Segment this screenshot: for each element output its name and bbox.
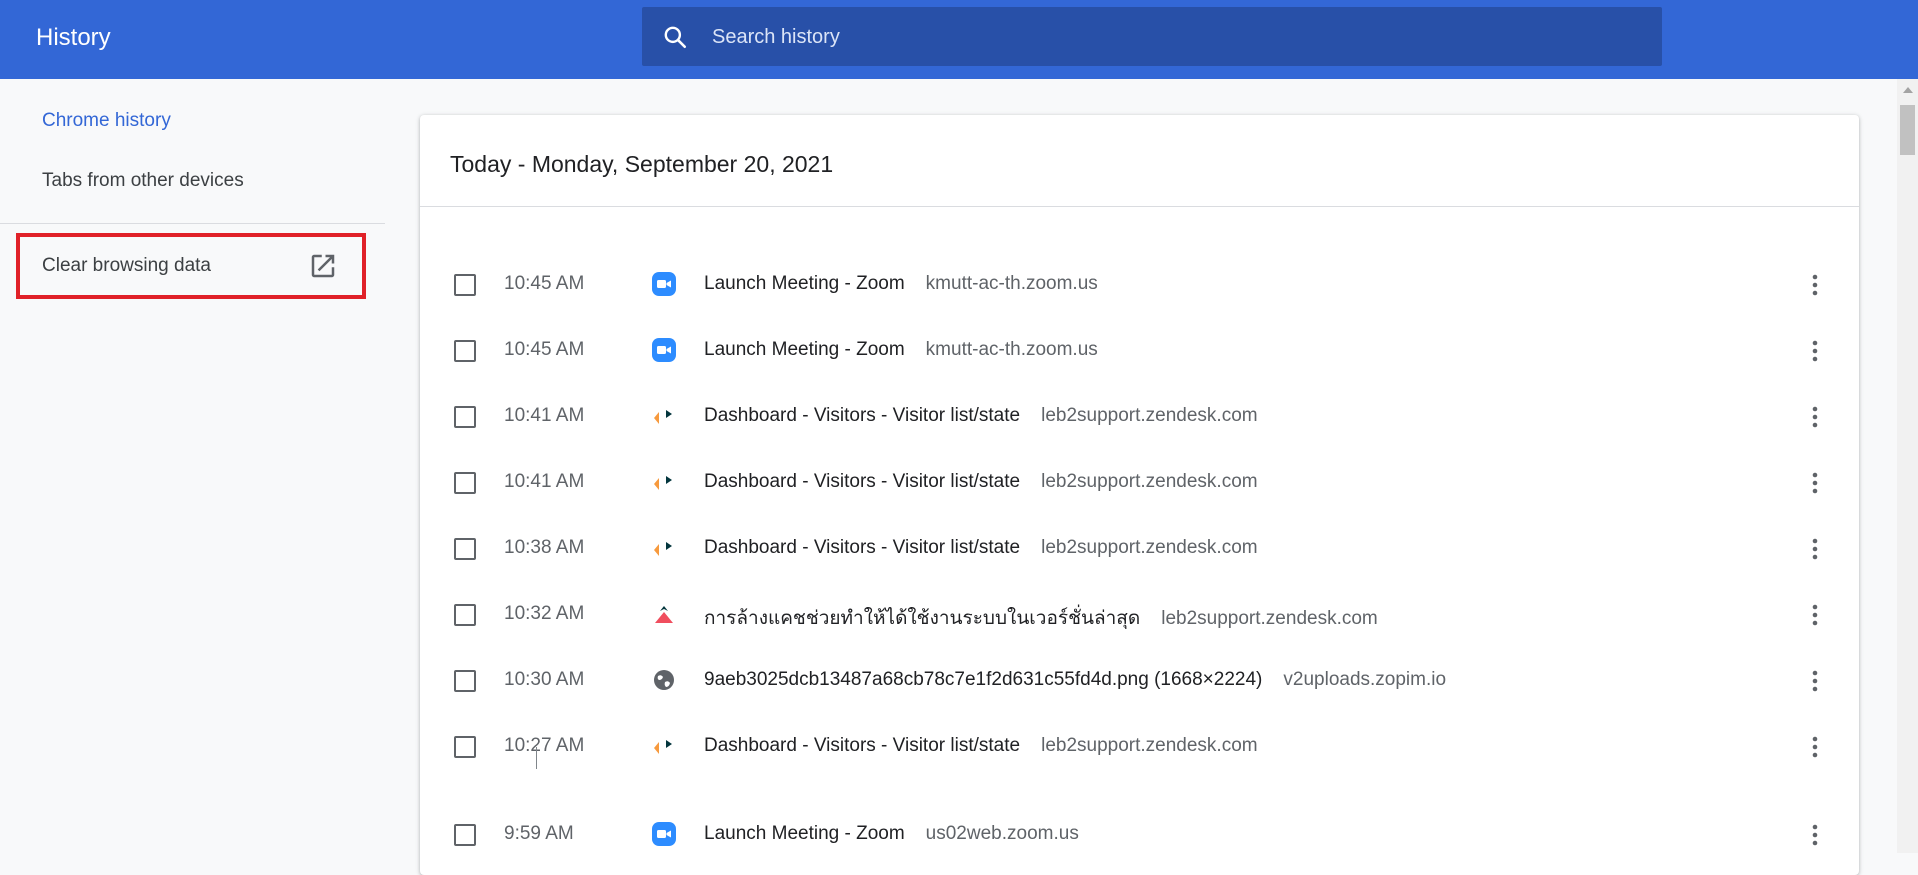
- more-actions-icon[interactable]: [1803, 403, 1827, 431]
- entry-time: 10:32 AM: [504, 603, 585, 624]
- sidebar: Chrome history Tabs from other devices C…: [0, 79, 385, 853]
- scrollbar-thumb[interactable]: [1900, 105, 1915, 155]
- entry-title-domain[interactable]: Launch Meeting - Zoom kmutt-ac-th.zoom.us: [704, 273, 1098, 295]
- entry-title-domain[interactable]: Dashboard - Visitors - Visitor list/stat…: [704, 405, 1258, 427]
- entry-title: การล้างแคชช่วยทำให้ได้ใช้งานระบบในเวอร์ช…: [704, 608, 1141, 629]
- entry-domain: leb2support.zendesk.com: [1041, 471, 1258, 492]
- entry-title-domain[interactable]: Dashboard - Visitors - Visitor list/stat…: [704, 471, 1258, 493]
- zendesk-icon: [654, 740, 672, 754]
- entry-time: 10:41 AM: [504, 471, 585, 492]
- entry-checkbox[interactable]: [454, 406, 476, 428]
- entry-time: 10:41 AM: [504, 405, 585, 426]
- entry-title: Dashboard - Visitors - Visitor list/stat…: [704, 537, 1021, 558]
- globe-icon: [654, 670, 674, 690]
- entry-time: 10:45 AM: [504, 339, 585, 360]
- more-actions-icon[interactable]: [1803, 271, 1827, 299]
- entry-checkbox[interactable]: [454, 670, 476, 692]
- more-actions-icon[interactable]: [1803, 667, 1827, 695]
- history-entry[interactable]: 10:30 AM 9aeb3025dcb13487a68cb78c7e1f2d6…: [420, 648, 1859, 714]
- entry-domain: leb2support.zendesk.com: [1161, 608, 1378, 629]
- history-entry[interactable]: 10:45 AM Launch Meeting - Zoom kmutt-ac-t…: [420, 318, 1859, 384]
- top-bar: History: [0, 0, 1918, 79]
- zoom-icon: [652, 822, 676, 846]
- history-entry[interactable]: 10:32 AM การล้างแคชช่วยทำให้ได้ใช้งานระบ…: [420, 582, 1859, 648]
- entry-title-domain[interactable]: 9aeb3025dcb13487a68cb78c7e1f2d631c55fd4d…: [704, 669, 1446, 691]
- entry-domain: leb2support.zendesk.com: [1041, 735, 1258, 756]
- entry-title-domain[interactable]: Launch Meeting - Zoom kmutt-ac-th.zoom.us: [704, 339, 1098, 361]
- date-header: Today - Monday, September 20, 2021: [450, 151, 834, 177]
- entry-title: Dashboard - Visitors - Visitor list/stat…: [704, 471, 1021, 492]
- more-actions-icon[interactable]: [1803, 469, 1827, 497]
- entry-domain: leb2support.zendesk.com: [1041, 537, 1258, 558]
- more-actions-icon[interactable]: [1803, 821, 1827, 849]
- entry-time: 10:27 AM: [504, 735, 585, 756]
- zendesk-icon: [654, 476, 672, 490]
- zoom-icon: [652, 338, 676, 362]
- entry-checkbox[interactable]: [454, 340, 476, 362]
- entry-domain: leb2support.zendesk.com: [1041, 405, 1258, 426]
- entry-domain: us02web.zoom.us: [925, 823, 1079, 844]
- clear-browsing-data-button[interactable]: Clear browsing data: [16, 233, 366, 299]
- card-divider: [420, 206, 1859, 207]
- clear-browsing-data-label: Clear browsing data: [42, 255, 211, 276]
- search-input[interactable]: [710, 7, 1634, 68]
- history-entry[interactable]: 10:41 AM Dashboard - Visitors - Visitor …: [420, 384, 1859, 450]
- entry-checkbox[interactable]: [454, 538, 476, 560]
- history-entry[interactable]: 10:45 AM Launch Meeting - Zoom kmutt-ac-t…: [420, 252, 1859, 318]
- history-entry[interactable]: 10:41 AM Dashboard - Visitors - Visitor …: [420, 450, 1859, 516]
- entry-checkbox[interactable]: [454, 824, 476, 846]
- entry-title: Dashboard - Visitors - Visitor list/stat…: [704, 405, 1021, 426]
- page-title: History: [36, 24, 111, 51]
- search-icon[interactable]: [662, 24, 688, 50]
- entry-title: Launch Meeting - Zoom: [704, 273, 905, 294]
- history-entry[interactable]: 10:38 AM Dashboard - Visitors - Visitor …: [420, 516, 1859, 582]
- scrollbar[interactable]: [1897, 79, 1918, 853]
- leb2-icon: [655, 606, 673, 623]
- sidebar-item-tabs-from-other-devices[interactable]: Tabs from other devices: [42, 170, 244, 192]
- entry-time: 10:30 AM: [504, 669, 585, 690]
- entry-checkbox[interactable]: [454, 472, 476, 494]
- entry-title: Launch Meeting - Zoom: [704, 823, 905, 844]
- scroll-up-arrow-icon[interactable]: [1903, 87, 1913, 93]
- entry-time: 9:59 AM: [504, 823, 574, 844]
- entry-title-domain[interactable]: Dashboard - Visitors - Visitor list/stat…: [704, 735, 1258, 757]
- open-in-new-icon: [311, 254, 335, 278]
- entry-checkbox[interactable]: [454, 736, 476, 758]
- entry-time: 10:45 AM: [504, 273, 585, 294]
- zendesk-icon: [654, 542, 672, 556]
- entry-checkbox[interactable]: [454, 274, 476, 296]
- more-actions-icon[interactable]: [1803, 535, 1827, 563]
- entry-title-domain[interactable]: Launch Meeting - Zoom us02web.zoom.us: [704, 823, 1079, 845]
- more-actions-icon[interactable]: [1803, 601, 1827, 629]
- sidebar-item-chrome-history[interactable]: Chrome history: [42, 110, 171, 132]
- history-entry[interactable]: 10:27 AM Dashboard - Visitors - Visitor …: [420, 714, 1859, 780]
- more-actions-icon[interactable]: [1803, 733, 1827, 761]
- entry-title: 9aeb3025dcb13487a68cb78c7e1f2d631c55fd4d…: [704, 669, 1263, 690]
- entry-title: Dashboard - Visitors - Visitor list/stat…: [704, 735, 1021, 756]
- entry-time: 10:38 AM: [504, 537, 585, 558]
- history-card: Today - Monday, September 20, 2021 10:45…: [420, 115, 1859, 875]
- entry-domain: v2uploads.zopim.io: [1283, 669, 1447, 690]
- entry-checkbox[interactable]: [454, 604, 476, 626]
- zendesk-icon: [654, 410, 672, 424]
- more-actions-icon[interactable]: [1803, 337, 1827, 365]
- entry-title: Launch Meeting - Zoom: [704, 339, 905, 360]
- entry-domain: kmutt-ac-th.zoom.us: [925, 273, 1098, 294]
- zoom-icon: [652, 272, 676, 296]
- entry-title-domain[interactable]: การล้างแคชช่วยทำให้ได้ใช้งานระบบในเวอร์ช…: [704, 603, 1378, 633]
- entry-domain: kmutt-ac-th.zoom.us: [925, 339, 1098, 360]
- entry-title-domain[interactable]: Dashboard - Visitors - Visitor list/stat…: [704, 537, 1258, 559]
- sidebar-divider: [0, 223, 385, 224]
- search-bar[interactable]: [642, 7, 1662, 68]
- time-gap-divider: [536, 747, 537, 769]
- history-entry[interactable]: 9:59 AM Launch Meeting - Zoom us02web.zoo…: [420, 802, 1859, 868]
